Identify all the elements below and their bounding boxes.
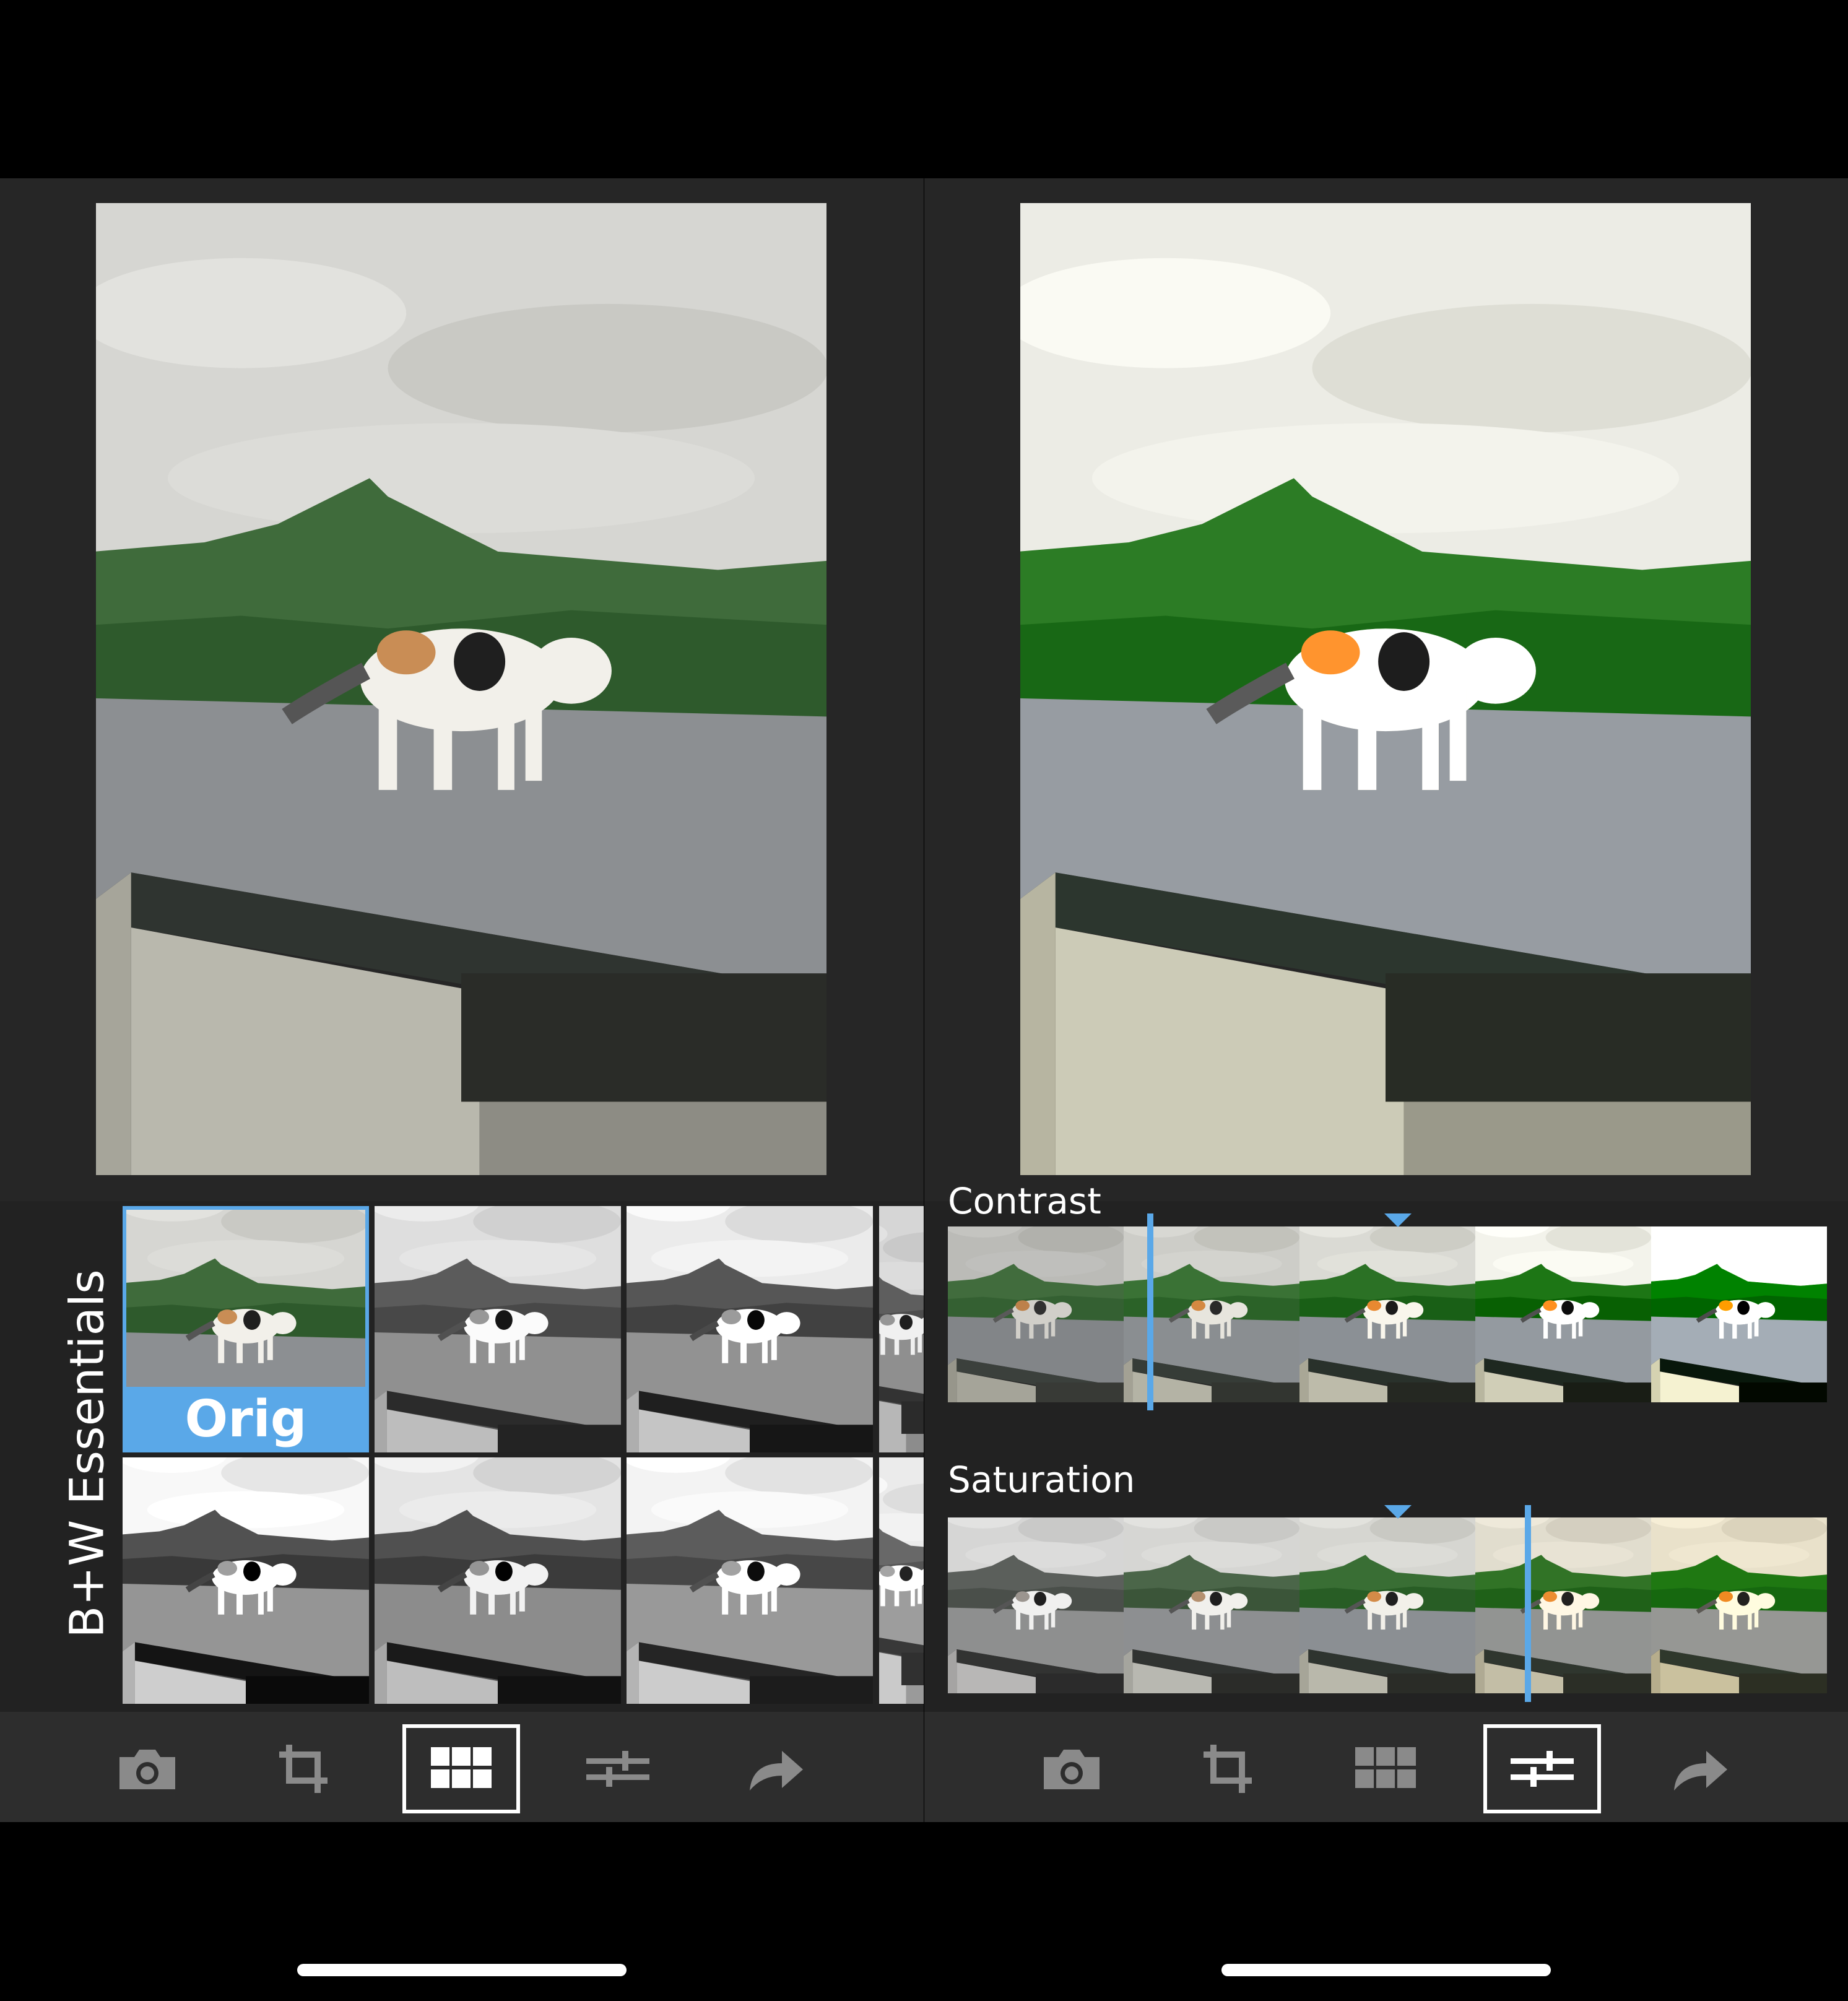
left-toolbar bbox=[0, 1712, 924, 1822]
share-arrow-icon bbox=[750, 1751, 803, 1790]
strip-image bbox=[1124, 1517, 1299, 1693]
strip-image bbox=[1475, 1517, 1651, 1693]
crop-icon bbox=[1204, 1745, 1252, 1793]
camera-button[interactable] bbox=[89, 1724, 206, 1813]
main-photo-preview bbox=[96, 203, 826, 1175]
filter-thumb-bw-2[interactable] bbox=[627, 1206, 873, 1452]
filters-button[interactable] bbox=[402, 1724, 520, 1813]
saturation-slider-handle[interactable] bbox=[1525, 1505, 1532, 1702]
contrast-slider-handle[interactable] bbox=[1147, 1213, 1153, 1410]
home-indicator-right[interactable] bbox=[1221, 1964, 1551, 1976]
saturation-label: Saturation bbox=[948, 1459, 1135, 1501]
photo-cat-on-roof bbox=[96, 203, 826, 1175]
contrast-strip[interactable] bbox=[948, 1226, 1827, 1402]
filters-button[interactable] bbox=[1327, 1724, 1444, 1813]
strip-image bbox=[948, 1226, 1124, 1402]
filter-orig-label: Orig bbox=[123, 1387, 369, 1452]
strip-image bbox=[1651, 1226, 1827, 1402]
photo-cat-on-roof-edited bbox=[1020, 203, 1751, 1175]
contrast-step-3[interactable] bbox=[1299, 1226, 1475, 1402]
strip-image bbox=[948, 1517, 1124, 1693]
camera-icon bbox=[119, 1750, 175, 1789]
grid-filters-icon bbox=[431, 1747, 492, 1788]
saturation-step-1[interactable] bbox=[948, 1517, 1124, 1693]
sliders-icon bbox=[586, 1751, 649, 1787]
crop-button[interactable] bbox=[246, 1724, 363, 1813]
filter-thumb-bw-7-partial[interactable] bbox=[879, 1457, 924, 1704]
adjust-button[interactable] bbox=[559, 1724, 677, 1813]
share-arrow-icon bbox=[1674, 1751, 1727, 1790]
contrast-label: Contrast bbox=[948, 1180, 1101, 1222]
camera-icon bbox=[1044, 1750, 1100, 1789]
share-button[interactable] bbox=[716, 1724, 834, 1813]
filter-thumb-bw-5[interactable] bbox=[375, 1457, 621, 1704]
thumb-image bbox=[627, 1206, 873, 1452]
right-editor-panel: Contrast Saturation bbox=[924, 178, 1848, 1822]
strip-image bbox=[1299, 1226, 1475, 1402]
filter-thumb-bw-1[interactable] bbox=[375, 1206, 621, 1452]
saturation-step-5[interactable] bbox=[1651, 1517, 1827, 1693]
grid-filters-icon bbox=[1355, 1747, 1416, 1788]
home-indicator-left[interactable] bbox=[297, 1964, 627, 1976]
strip-image bbox=[1475, 1226, 1651, 1402]
contrast-step-5[interactable] bbox=[1651, 1226, 1827, 1402]
saturation-default-marker bbox=[1384, 1505, 1412, 1519]
crop-button[interactable] bbox=[1170, 1724, 1288, 1813]
saturation-strip[interactable] bbox=[948, 1517, 1827, 1693]
contrast-step-4[interactable] bbox=[1475, 1226, 1651, 1402]
right-toolbar bbox=[924, 1712, 1848, 1822]
filter-category-label: B+W Essentials bbox=[59, 1269, 115, 1638]
strip-image bbox=[1651, 1517, 1827, 1693]
saturation-step-3[interactable] bbox=[1299, 1517, 1475, 1693]
thumb-image bbox=[375, 1457, 621, 1704]
crop-icon bbox=[279, 1745, 328, 1793]
contrast-step-1[interactable] bbox=[948, 1226, 1124, 1402]
contrast-default-marker bbox=[1384, 1213, 1412, 1227]
strip-image bbox=[1299, 1517, 1475, 1693]
camera-button[interactable] bbox=[1013, 1724, 1130, 1813]
share-button[interactable] bbox=[1641, 1724, 1758, 1813]
filter-thumb-orig[interactable]: Orig bbox=[123, 1206, 369, 1452]
main-photo-preview-edited bbox=[1020, 203, 1751, 1175]
filter-category-title[interactable]: B+W Essentials bbox=[50, 1206, 124, 1701]
sliders-icon bbox=[1511, 1751, 1574, 1787]
thumb-image bbox=[627, 1457, 873, 1704]
thumb-image bbox=[123, 1457, 369, 1704]
saturation-step-4[interactable] bbox=[1475, 1517, 1651, 1693]
saturation-step-2[interactable] bbox=[1124, 1517, 1299, 1693]
thumb-image bbox=[879, 1206, 924, 1452]
thumb-image bbox=[375, 1206, 621, 1452]
filter-thumb-bw-6[interactable] bbox=[627, 1457, 873, 1704]
left-editor-panel: B+W Essentials Orig bbox=[0, 178, 924, 1822]
thumb-image bbox=[879, 1457, 924, 1704]
adjust-button[interactable] bbox=[1483, 1724, 1601, 1813]
filter-thumb-bw-3-partial[interactable] bbox=[879, 1206, 924, 1452]
filter-thumb-bw-4[interactable] bbox=[123, 1457, 369, 1704]
